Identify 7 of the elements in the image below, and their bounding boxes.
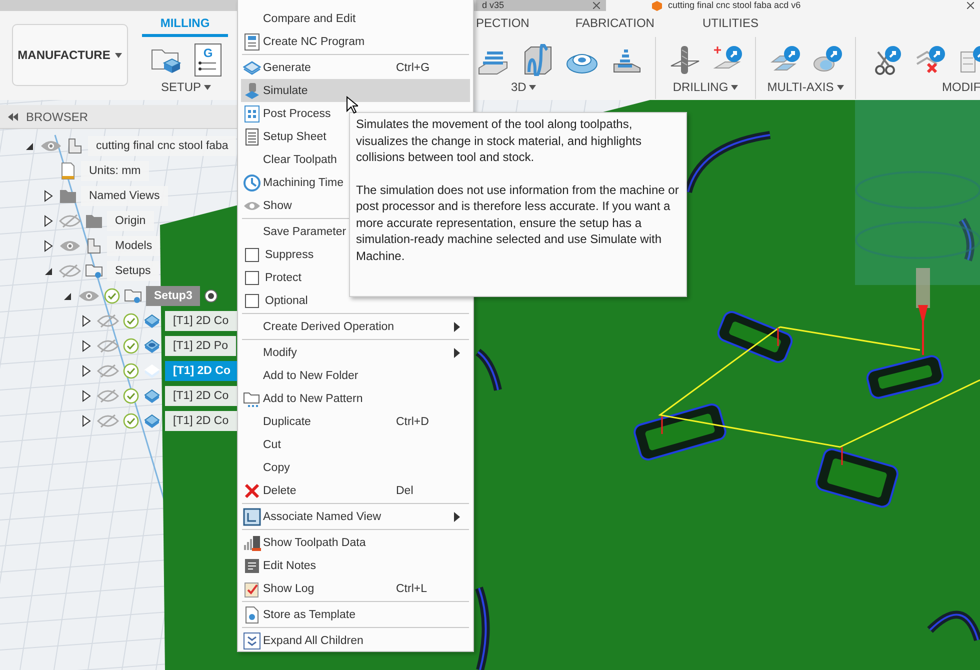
- tooltip-text: The simulation does not use information from the machine or post processor and is therefore less accurate. If you want a more accurate representation, ensure the setup has a simulation-ready machine selected and use Simulate with Machine.: [356, 182, 680, 264]
- tooltip-text: Simulates the movement of the tool along toolpaths, visualizes the change in stock material, and highlights collisions between tool and stock.: [356, 116, 642, 166]
- shortcut-label: Del: [396, 484, 414, 496]
- panel-title: BROWSER: [26, 110, 88, 124]
- shortcut-label: Ctrl+D: [396, 416, 430, 428]
- shortcut-label: Ctrl+G: [396, 62, 431, 74]
- shortcut-label: Ctrl+L: [396, 582, 428, 594]
